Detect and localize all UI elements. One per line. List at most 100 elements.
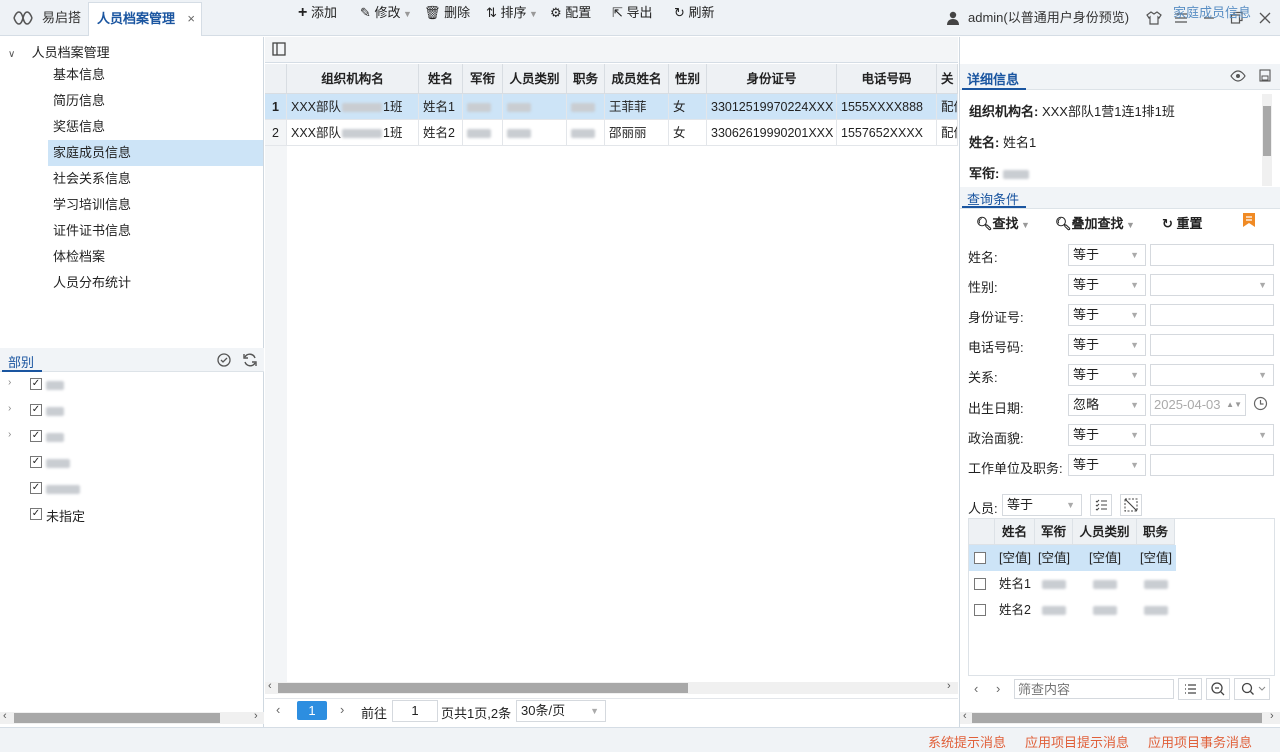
page-size-select[interactable]: 30条/页 ▼	[516, 700, 606, 722]
person-checkbox[interactable]	[974, 552, 986, 564]
eye-icon[interactable]	[1230, 70, 1246, 82]
col-type[interactable]: 人员类别	[503, 64, 567, 94]
detail-scroll-thumb[interactable]	[1263, 106, 1271, 156]
political-select[interactable]: ▼	[1150, 424, 1274, 446]
checklist-icon[interactable]	[1090, 494, 1112, 516]
nav-item-resume[interactable]: 简历信息	[48, 88, 263, 114]
filter-input[interactable]	[1014, 679, 1174, 699]
nav-item-social[interactable]: 社会关系信息	[48, 166, 263, 192]
col-relation[interactable]: 关	[937, 64, 958, 94]
add-find-button[interactable]: 🔍︎叠加查找 ▼	[1055, 213, 1135, 232]
dept-checkbox[interactable]: ✓	[30, 378, 42, 390]
col-gender[interactable]: 性别	[669, 64, 707, 94]
close-icon[interactable]	[1258, 10, 1272, 26]
nav-item-physical[interactable]: 体检档案	[48, 244, 263, 270]
save-icon[interactable]	[1259, 69, 1271, 82]
export-button[interactable]: ⇱ 导出	[612, 0, 653, 26]
operator-select[interactable]: 等于 ▼	[1068, 274, 1146, 296]
zoom-icon[interactable]	[1206, 678, 1230, 700]
sort-button[interactable]: ⇅ 排序 ▼	[486, 0, 538, 26]
spinner-icon[interactable]: ▲▼	[1226, 395, 1242, 415]
dept-checkbox[interactable]: ✓	[30, 508, 42, 520]
right-scroll-thumb[interactable]	[972, 713, 1262, 723]
col-member[interactable]: 成员姓名	[605, 64, 669, 94]
filter-text[interactable]	[1015, 680, 1173, 698]
col-duty[interactable]: 职务	[567, 64, 605, 94]
page-1-button[interactable]: 1	[297, 701, 327, 720]
person-checkbox[interactable]	[974, 604, 986, 616]
goto-input[interactable]: 1	[392, 700, 438, 722]
skin-icon[interactable]	[1146, 10, 1162, 26]
add-button[interactable]: + 添加	[298, 0, 337, 26]
tab-personnel-archive[interactable]: 人员档案管理 ×	[88, 2, 203, 36]
operator-select[interactable]: 等于 ▼	[1068, 334, 1146, 356]
bookmark-icon[interactable]	[1242, 212, 1256, 228]
table-row[interactable]: 1 XXX部队 1班 姓名1 王菲菲 女 33012519970224XXX 15…	[265, 94, 958, 120]
config-button[interactable]: ⚙ 配置	[550, 0, 591, 26]
gender-select[interactable]: ▼	[1150, 274, 1274, 296]
phone-input[interactable]	[1150, 334, 1274, 356]
app-message-link[interactable]: 应用项目提示消息	[1025, 732, 1129, 751]
nav-item-basic[interactable]: 基本信息	[48, 62, 263, 88]
system-message-link[interactable]: 系统提示消息	[928, 732, 1006, 751]
relation-select[interactable]: ▼	[1150, 364, 1274, 386]
scroll-left-icon[interactable]: ‹	[3, 710, 7, 722]
prev-page-icon[interactable]: ‹	[276, 702, 280, 717]
list-item[interactable]: [空值] [空值] [空值] [空值]	[969, 545, 1176, 571]
dept-title[interactable]: 部别	[8, 352, 34, 371]
list-item[interactable]: 姓名1	[969, 571, 1176, 597]
check-all-icon[interactable]	[216, 352, 232, 368]
person-th-type[interactable]: 人员类别	[1073, 519, 1137, 545]
clock-icon[interactable]	[1253, 396, 1268, 411]
app-name-tab[interactable]: 易启搭	[34, 0, 89, 36]
col-idcard[interactable]: 身份证号	[707, 64, 837, 94]
col-rank[interactable]: 军衔	[463, 64, 503, 94]
operator-select[interactable]: 忽略 ▼	[1068, 394, 1146, 416]
table-row[interactable]: 2 XXX部队 1班 姓名2 邵丽丽 女 33062619990201XXX 15…	[265, 120, 958, 146]
refresh-button[interactable]: ↻ 刷新	[674, 0, 715, 26]
workunit-input[interactable]	[1150, 454, 1274, 476]
operator-select[interactable]: 等于 ▼	[1068, 454, 1146, 476]
scroll-left-icon[interactable]: ‹	[268, 680, 272, 692]
person-operator-select[interactable]: 等于 ▼	[1002, 494, 1082, 516]
tab-close-icon[interactable]: ×	[187, 3, 195, 35]
scroll-left-icon[interactable]: ‹	[963, 710, 967, 722]
sidebar-toggle-icon[interactable]	[272, 42, 286, 56]
nav-item-awards[interactable]: 奖惩信息	[48, 114, 263, 140]
operator-select[interactable]: 等于 ▼	[1068, 244, 1146, 266]
nav-item-training[interactable]: 学习培训信息	[48, 192, 263, 218]
scroll-right-icon[interactable]: ›	[1270, 710, 1274, 722]
next-icon[interactable]: ›	[996, 681, 1000, 696]
dept-checkbox[interactable]: ✓	[30, 456, 42, 468]
col-org[interactable]: 组织机构名	[287, 64, 419, 94]
name-input[interactable]	[1150, 244, 1274, 266]
prev-icon[interactable]: ‹	[974, 681, 978, 696]
chevron-right-icon[interactable]: ›	[8, 377, 11, 388]
person-th-rank[interactable]: 军衔	[1035, 519, 1073, 545]
nav-item-certificates[interactable]: 证件证书信息	[48, 218, 263, 244]
col-name[interactable]: 姓名	[419, 64, 463, 94]
dept-checkbox[interactable]: ✓	[30, 482, 42, 494]
nav-item-family[interactable]: 家庭成员信息	[48, 140, 263, 166]
chevron-right-icon[interactable]: ›	[8, 429, 11, 440]
user-label[interactable]: admin(以普通用户身份预览)	[968, 0, 1129, 36]
nav-item-distribution[interactable]: 人员分布统计	[48, 270, 263, 296]
context-link[interactable]: 家庭成员信息	[1173, 0, 1251, 26]
clear-selection-icon[interactable]	[1120, 494, 1142, 516]
refresh-dept-icon[interactable]	[242, 352, 258, 368]
next-page-icon[interactable]: ›	[340, 702, 344, 717]
left-scroll-thumb[interactable]	[14, 713, 220, 723]
person-checkbox[interactable]	[974, 578, 986, 590]
scroll-right-icon[interactable]: ›	[947, 680, 951, 692]
dept-checkbox[interactable]: ✓	[30, 430, 42, 442]
person-th-name[interactable]: 姓名	[995, 519, 1035, 545]
operator-select[interactable]: 等于 ▼	[1068, 424, 1146, 446]
edit-button[interactable]: ✎ 修改 ▼	[360, 0, 412, 26]
birthdate-input[interactable]: 2025-04-03 ▲▼	[1150, 394, 1246, 416]
operator-select[interactable]: 等于 ▼	[1068, 304, 1146, 326]
grid-scroll-thumb[interactable]	[278, 683, 688, 693]
idcard-input[interactable]	[1150, 304, 1274, 326]
detail-title[interactable]: 详细信息	[967, 69, 1019, 88]
reset-button[interactable]: ↻ 重置	[1162, 213, 1203, 232]
col-phone[interactable]: 电话号码	[837, 64, 937, 94]
